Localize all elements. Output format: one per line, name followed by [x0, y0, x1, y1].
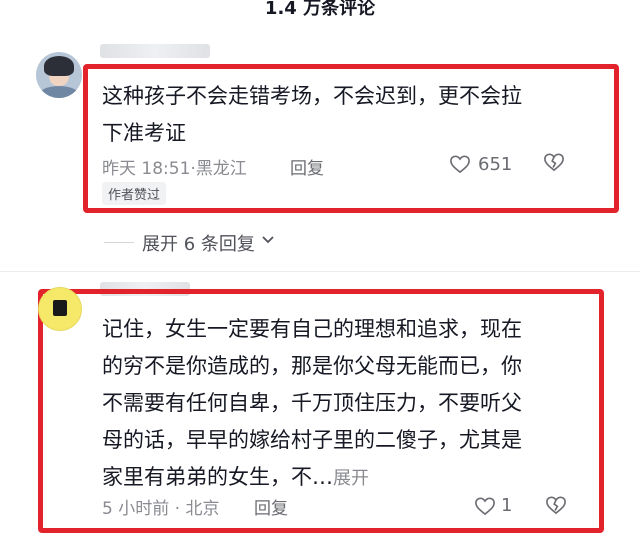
- author-liked-badge: 作者赞过: [102, 182, 167, 205]
- dislike-heart-icon[interactable]: [543, 152, 565, 172]
- comment-line: 下准考证: [102, 121, 186, 145]
- comment-meta: 5 小时前 · 北京: [102, 494, 219, 519]
- expand-replies-button[interactable]: 展开 6 条回复: [142, 230, 255, 256]
- expand-text-button[interactable]: 展开: [333, 468, 369, 489]
- comment-text: 这种孩子不会走错考场，不会迟到，更不会拉 下准考证: [102, 78, 602, 152]
- reply-button[interactable]: 回复: [254, 494, 288, 519]
- comment-line: 的穷不是你造成的，那是你父母无能而已，你: [102, 354, 522, 378]
- heart-icon[interactable]: [449, 154, 471, 174]
- comment-location: 黑龙江: [195, 159, 247, 179]
- username-blurred[interactable]: [100, 44, 210, 58]
- chevron-down-icon[interactable]: [260, 232, 276, 248]
- separator: [0, 271, 640, 272]
- comment-line: 记住，女生一定要有自己的理想和追求，现在: [102, 317, 522, 341]
- comment-time: 5 小时前: [102, 499, 170, 519]
- comment-text: 记住，女生一定要有自己的理想和追求，现在 的穷不是你造成的，那是你父母无能而已，…: [102, 311, 562, 497]
- comment-line-text: 家里有弟弟的女生，不…: [102, 465, 333, 489]
- like-count: 651: [478, 154, 513, 175]
- reply-button[interactable]: 回复: [290, 154, 324, 179]
- avatar[interactable]: [36, 52, 82, 98]
- comment-meta: 昨天 18:51·黑龙江: [102, 154, 247, 179]
- comment-line: 母的话，早早的嫁给村子里的二傻子，尤其是: [102, 428, 522, 452]
- comment-line: 不需要有任何自卑，千万顶住压力，不要听父: [102, 391, 522, 415]
- comments-count-title: 1.4 万条评论: [264, 0, 376, 19]
- divider: [104, 242, 134, 243]
- comment-location: 北京: [185, 499, 220, 519]
- heart-icon[interactable]: [474, 496, 496, 516]
- dislike-heart-icon[interactable]: [545, 495, 567, 515]
- comment-line: 这种孩子不会走错考场，不会迟到，更不会拉: [102, 84, 522, 108]
- comment-time: 昨天 18:51: [102, 159, 191, 179]
- meta-separator: ·: [169, 499, 186, 519]
- like-count: 1: [501, 495, 513, 516]
- comment-line: 家里有弟弟的女生，不…展开: [102, 459, 562, 497]
- avatar[interactable]: [38, 287, 82, 331]
